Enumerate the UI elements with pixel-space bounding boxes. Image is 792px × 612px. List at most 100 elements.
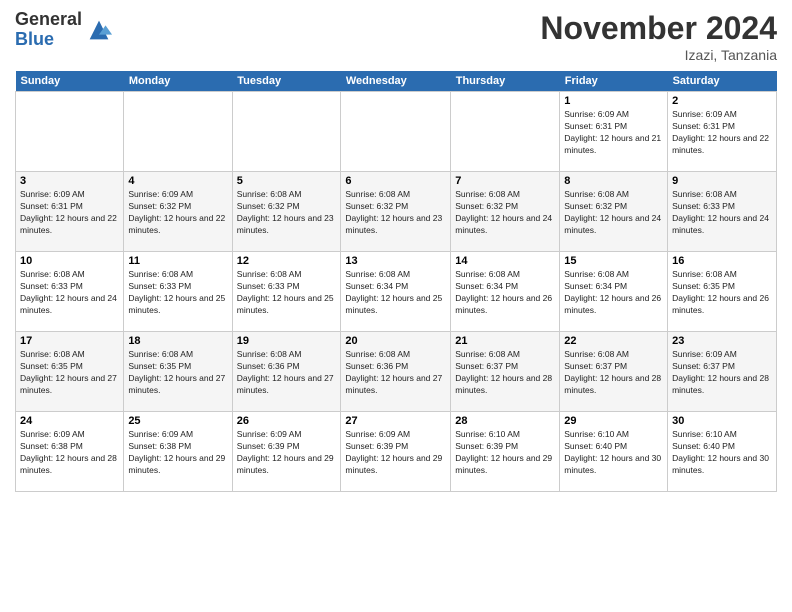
cell-text: Sunrise: 6:08 AM Sunset: 6:33 PM Dayligh… — [237, 269, 337, 317]
calendar-week-0: 1Sunrise: 6:09 AM Sunset: 6:31 PM Daylig… — [16, 92, 777, 172]
cell-text: Sunrise: 6:08 AM Sunset: 6:34 PM Dayligh… — [455, 269, 555, 317]
cell-text: Sunrise: 6:09 AM Sunset: 6:31 PM Dayligh… — [564, 109, 663, 157]
col-monday: Monday — [124, 71, 232, 92]
day-number: 12 — [237, 255, 337, 267]
calendar-cell: 12 Sunrise: 6:08 AM Sunset: 6:33 PM Dayli… — [232, 252, 341, 332]
calendar-cell: 18Sunrise: 6:08 AM Sunset: 6:35 PM Dayli… — [124, 332, 232, 412]
day-number: 13 — [345, 255, 446, 267]
cell-text: Sunrise: 6:09 AM Sunset: 6:38 PM Dayligh… — [20, 429, 119, 477]
calendar-cell: 13 Sunrise: 6:08 AM Sunset: 6:34 PM Dayli… — [341, 252, 451, 332]
calendar-cell: 25 Sunrise: 6:09 AM Sunset: 6:38 PM Dayli… — [124, 412, 232, 492]
calendar-cell: 1Sunrise: 6:09 AM Sunset: 6:31 PM Daylig… — [560, 92, 668, 172]
calendar-cell: 11 Sunrise: 6:08 AM Sunset: 6:33 PM Dayli… — [124, 252, 232, 332]
location: Izazi, Tanzania — [540, 47, 777, 63]
calendar-cell: 23 Sunrise: 6:09 AM Sunset: 6:37 PM Dayli… — [668, 332, 777, 412]
day-number: 18 — [128, 335, 227, 347]
day-number: 15 — [564, 255, 663, 267]
calendar-cell: 26 Sunrise: 6:09 AM Sunset: 6:39 PM Dayli… — [232, 412, 341, 492]
cell-text: Sunrise: 6:08 AM Sunset: 6:34 PM Dayligh… — [564, 269, 663, 317]
calendar-cell: 19 Sunrise: 6:08 AM Sunset: 6:36 PM Dayli… — [232, 332, 341, 412]
col-thursday: Thursday — [451, 71, 560, 92]
cell-text: Sunrise: 6:08 AM Sunset: 6:37 PM Dayligh… — [564, 349, 663, 397]
day-number: 25 — [128, 415, 227, 427]
cell-text: Sunrise: 6:08 AM Sunset: 6:35 PM Dayligh… — [20, 349, 119, 397]
logo-general: General — [15, 9, 82, 29]
calendar-cell: 9Sunrise: 6:08 AM Sunset: 6:33 PM Daylig… — [668, 172, 777, 252]
cell-text: Sunrise: 6:08 AM Sunset: 6:33 PM Dayligh… — [672, 189, 772, 237]
day-number: 8 — [564, 175, 663, 187]
cell-text: Sunrise: 6:08 AM Sunset: 6:32 PM Dayligh… — [345, 189, 446, 237]
calendar-cell: 17 Sunrise: 6:08 AM Sunset: 6:35 PM Dayli… — [16, 332, 124, 412]
day-number: 19 — [237, 335, 337, 347]
calendar-cell: 7Sunrise: 6:08 AM Sunset: 6:32 PM Daylig… — [451, 172, 560, 252]
calendar-table: Sunday Monday Tuesday Wednesday Thursday… — [15, 71, 777, 492]
calendar-cell: 28 Sunrise: 6:10 AM Sunset: 6:39 PM Dayli… — [451, 412, 560, 492]
day-number: 28 — [455, 415, 555, 427]
day-number: 16 — [672, 255, 772, 267]
calendar-cell: 3Sunrise: 6:09 AM Sunset: 6:31 PM Daylig… — [16, 172, 124, 252]
calendar-cell: 30 Sunrise: 6:10 AM Sunset: 6:40 PM Dayli… — [668, 412, 777, 492]
day-number: 30 — [672, 415, 772, 427]
calendar-header-row: Sunday Monday Tuesday Wednesday Thursday… — [16, 71, 777, 92]
day-number: 7 — [455, 175, 555, 187]
day-number: 5 — [237, 175, 337, 187]
calendar-cell — [341, 92, 451, 172]
cell-text: Sunrise: 6:08 AM Sunset: 6:34 PM Dayligh… — [345, 269, 446, 317]
calendar-week-4: 24 Sunrise: 6:09 AM Sunset: 6:38 PM Dayli… — [16, 412, 777, 492]
cell-text: Sunrise: 6:09 AM Sunset: 6:39 PM Dayligh… — [345, 429, 446, 477]
cell-text: Sunrise: 6:09 AM Sunset: 6:32 PM Dayligh… — [128, 189, 227, 237]
logo-blue: Blue — [15, 29, 54, 49]
logo: General Blue — [15, 10, 113, 50]
day-number: 20 — [345, 335, 446, 347]
calendar-cell: 27Sunrise: 6:09 AM Sunset: 6:39 PM Dayli… — [341, 412, 451, 492]
day-number: 11 — [128, 255, 227, 267]
calendar-cell: 24 Sunrise: 6:09 AM Sunset: 6:38 PM Dayli… — [16, 412, 124, 492]
day-number: 3 — [20, 175, 119, 187]
cell-text: Sunrise: 6:08 AM Sunset: 6:33 PM Dayligh… — [128, 269, 227, 317]
calendar-cell — [451, 92, 560, 172]
calendar-cell: 4Sunrise: 6:09 AM Sunset: 6:32 PM Daylig… — [124, 172, 232, 252]
calendar-cell: 15 Sunrise: 6:08 AM Sunset: 6:34 PM Dayli… — [560, 252, 668, 332]
cell-text: Sunrise: 6:09 AM Sunset: 6:39 PM Dayligh… — [237, 429, 337, 477]
month-title: November 2024 — [540, 10, 777, 47]
day-number: 24 — [20, 415, 119, 427]
calendar-cell: 5 Sunrise: 6:08 AM Sunset: 6:32 PM Daylig… — [232, 172, 341, 252]
calendar-cell — [16, 92, 124, 172]
title-block: November 2024 Izazi, Tanzania — [540, 10, 777, 63]
day-number: 17 — [20, 335, 119, 347]
day-number: 10 — [20, 255, 119, 267]
calendar-week-1: 3Sunrise: 6:09 AM Sunset: 6:31 PM Daylig… — [16, 172, 777, 252]
cell-text: Sunrise: 6:08 AM Sunset: 6:33 PM Dayligh… — [20, 269, 119, 317]
cell-text: Sunrise: 6:10 AM Sunset: 6:40 PM Dayligh… — [564, 429, 663, 477]
day-number: 22 — [564, 335, 663, 347]
cell-text: Sunrise: 6:10 AM Sunset: 6:39 PM Dayligh… — [455, 429, 555, 477]
day-number: 23 — [672, 335, 772, 347]
col-friday: Friday — [560, 71, 668, 92]
calendar-week-3: 17 Sunrise: 6:08 AM Sunset: 6:35 PM Dayli… — [16, 332, 777, 412]
cell-text: Sunrise: 6:09 AM Sunset: 6:31 PM Dayligh… — [672, 109, 772, 157]
cell-text: Sunrise: 6:10 AM Sunset: 6:40 PM Dayligh… — [672, 429, 772, 477]
cell-text: Sunrise: 6:08 AM Sunset: 6:32 PM Dayligh… — [564, 189, 663, 237]
cell-text: Sunrise: 6:08 AM Sunset: 6:35 PM Dayligh… — [672, 269, 772, 317]
calendar-week-2: 10 Sunrise: 6:08 AM Sunset: 6:33 PM Dayli… — [16, 252, 777, 332]
cell-text: Sunrise: 6:09 AM Sunset: 6:37 PM Dayligh… — [672, 349, 772, 397]
cell-text: Sunrise: 6:09 AM Sunset: 6:38 PM Dayligh… — [128, 429, 227, 477]
calendar-cell: 14 Sunrise: 6:08 AM Sunset: 6:34 PM Dayli… — [451, 252, 560, 332]
day-number: 14 — [455, 255, 555, 267]
calendar-cell: 16 Sunrise: 6:08 AM Sunset: 6:35 PM Dayli… — [668, 252, 777, 332]
calendar-cell: 10 Sunrise: 6:08 AM Sunset: 6:33 PM Dayli… — [16, 252, 124, 332]
day-number: 26 — [237, 415, 337, 427]
cell-text: Sunrise: 6:08 AM Sunset: 6:37 PM Dayligh… — [455, 349, 555, 397]
cell-text: Sunrise: 6:08 AM Sunset: 6:36 PM Dayligh… — [237, 349, 337, 397]
page: General Blue November 2024 Izazi, Tanzan… — [0, 0, 792, 612]
calendar-cell: 8 Sunrise: 6:08 AM Sunset: 6:32 PM Daylig… — [560, 172, 668, 252]
cell-text: Sunrise: 6:08 AM Sunset: 6:32 PM Dayligh… — [237, 189, 337, 237]
col-wednesday: Wednesday — [341, 71, 451, 92]
calendar-cell: 2Sunrise: 6:09 AM Sunset: 6:31 PM Daylig… — [668, 92, 777, 172]
calendar-cell — [232, 92, 341, 172]
calendar-cell: 22 Sunrise: 6:08 AM Sunset: 6:37 PM Dayli… — [560, 332, 668, 412]
col-saturday: Saturday — [668, 71, 777, 92]
col-sunday: Sunday — [16, 71, 124, 92]
day-number: 6 — [345, 175, 446, 187]
calendar-cell — [124, 92, 232, 172]
